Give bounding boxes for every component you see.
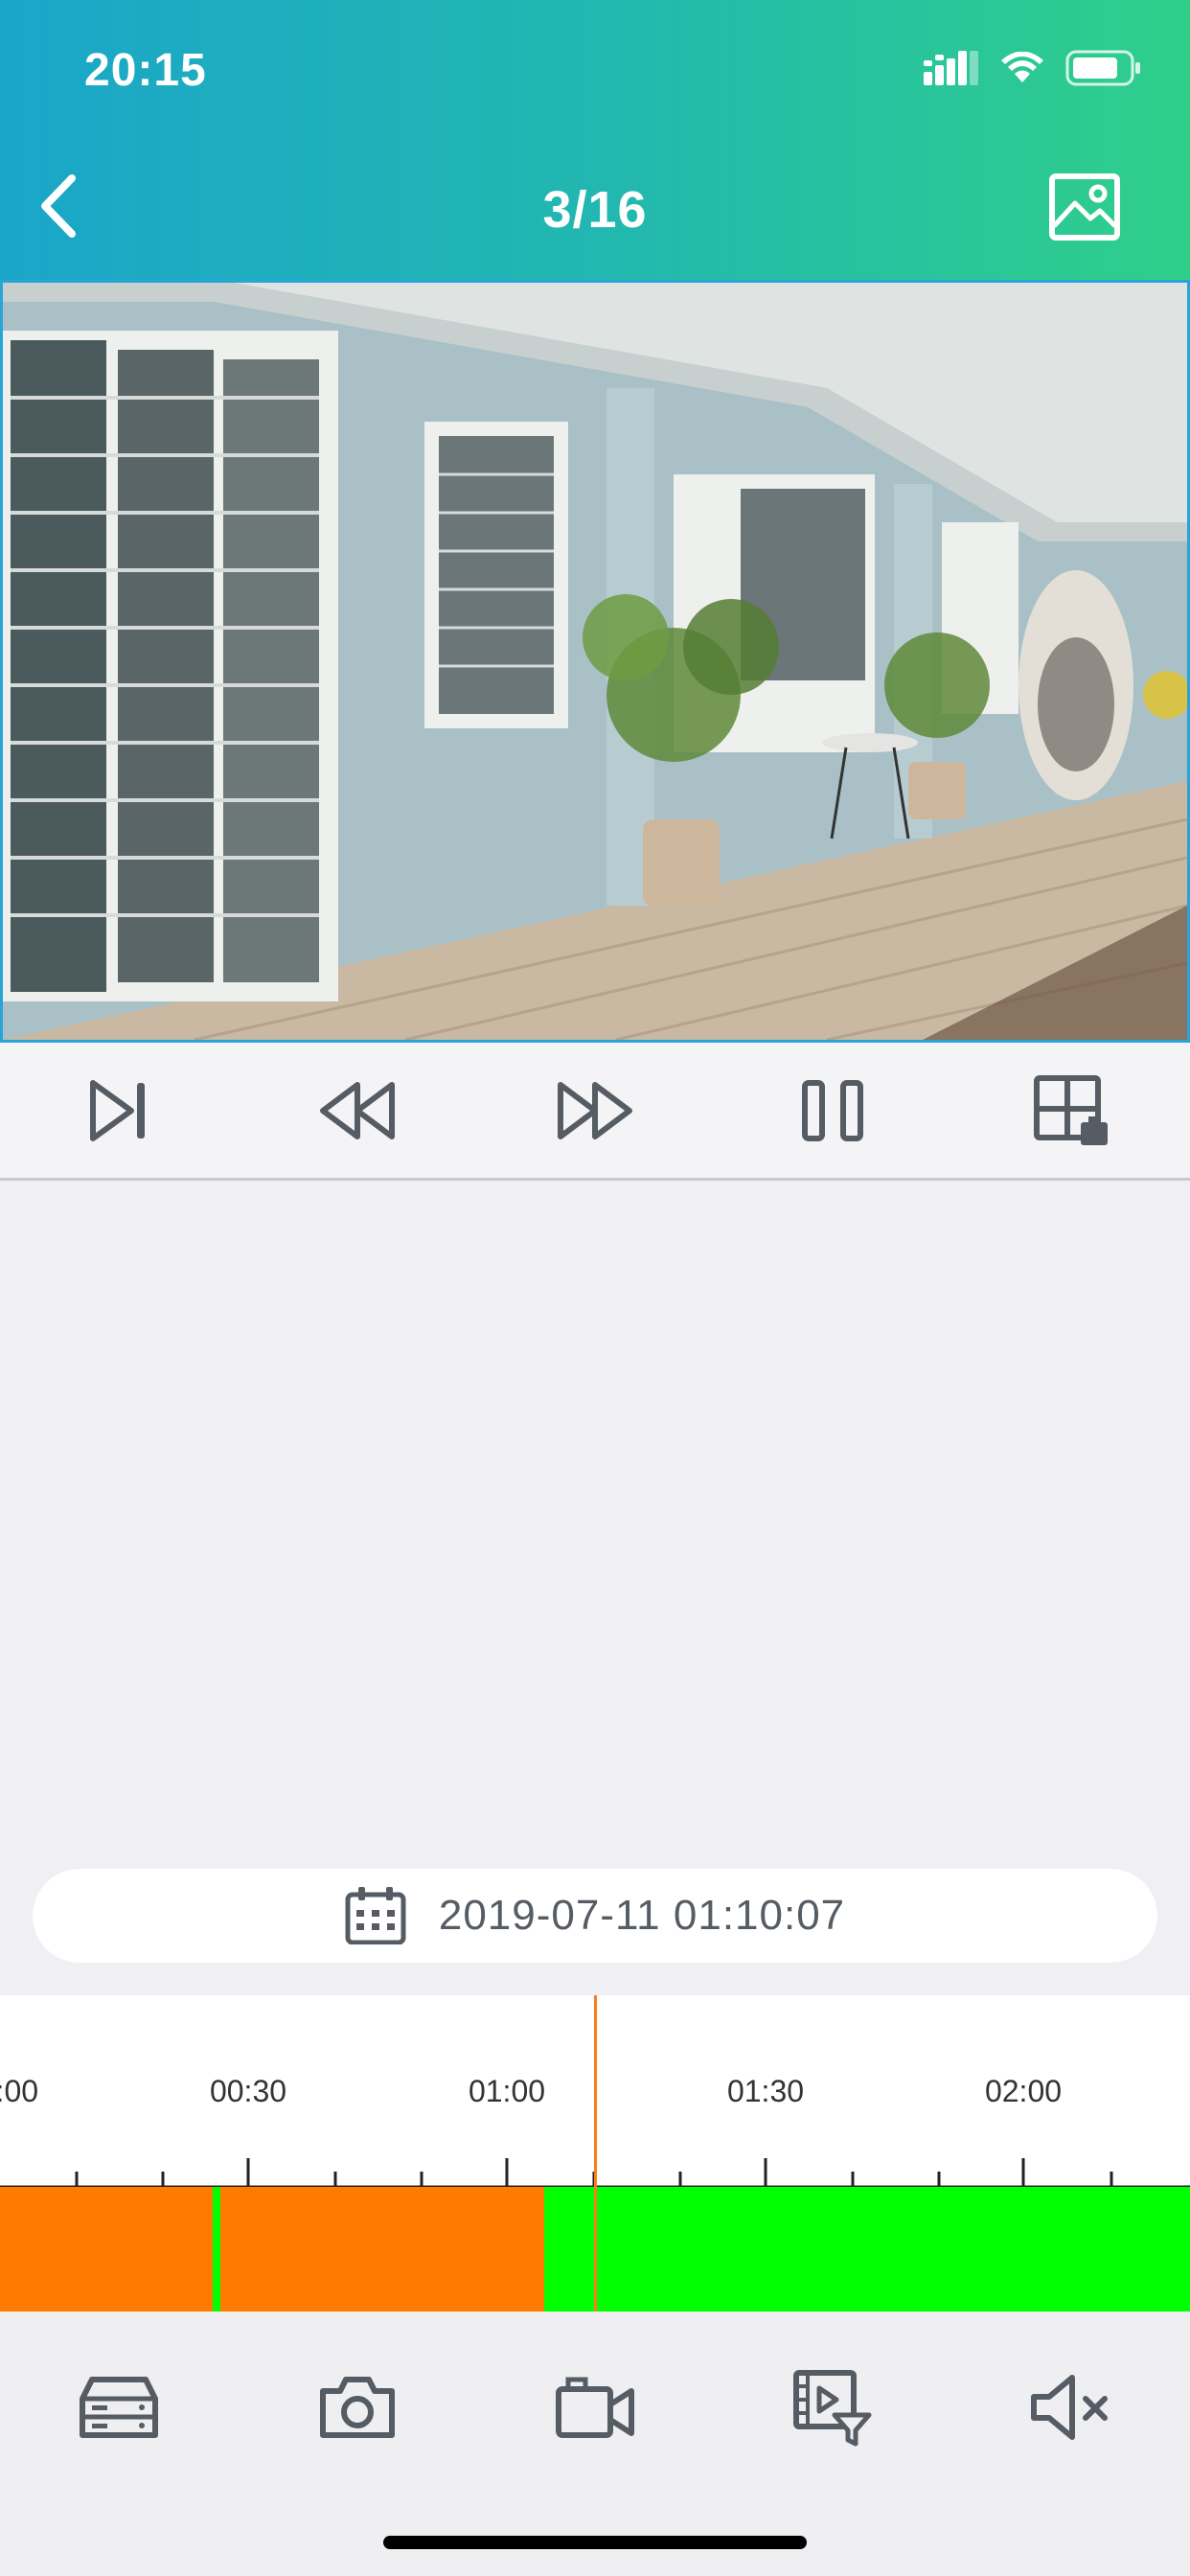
fast-forward-button[interactable] xyxy=(542,1058,648,1163)
video-camera-icon xyxy=(555,2377,634,2438)
timeline[interactable]: 00:00 00:30 01:00 01:30 02:00 xyxy=(0,1995,1190,2312)
camera-frame-image xyxy=(3,283,1187,1040)
calendar-icon xyxy=(345,1887,406,1944)
record-button[interactable] xyxy=(542,2355,648,2460)
timeline-label: 00:30 xyxy=(209,2074,287,2108)
speaker-muted-icon xyxy=(1030,2375,1108,2440)
gallery-button[interactable] xyxy=(1046,169,1123,245)
skip-frame-icon xyxy=(90,1079,146,1141)
image-gallery-icon xyxy=(1049,173,1120,241)
pause-button[interactable] xyxy=(780,1058,885,1163)
video-filter-icon xyxy=(793,2370,872,2447)
fast-forward-icon xyxy=(557,1081,632,1139)
battery-icon xyxy=(1065,50,1140,86)
camera-icon xyxy=(319,2377,395,2438)
status-icons xyxy=(924,50,1142,86)
timeline-label: 02:00 xyxy=(984,2074,1063,2108)
rewind-icon xyxy=(319,1081,395,1139)
mute-button[interactable] xyxy=(1018,2355,1124,2460)
device-list-button[interactable] xyxy=(66,2355,172,2460)
timeline-label: 00:00 xyxy=(0,2074,39,2108)
pause-icon xyxy=(802,1079,864,1141)
page-title: 3/16 xyxy=(542,181,648,239)
continuous-recording-segment xyxy=(544,2187,1190,2312)
bottom-toolbar xyxy=(0,2312,1190,2576)
timeline-cursor[interactable] xyxy=(594,1995,597,2312)
wifi-icon xyxy=(1001,52,1043,82)
rewind-button[interactable] xyxy=(305,1058,410,1163)
continuous-recording-marker xyxy=(213,2187,220,2312)
playback-toolbar xyxy=(0,1043,1190,1181)
date-time-value: 2019-07-11 01:10:07 xyxy=(438,1892,846,1939)
date-time-picker[interactable]: 2019-07-11 01:10:07 xyxy=(33,1869,1157,1963)
timeline-label: 01:00 xyxy=(468,2074,546,2108)
alarm-recording-segment xyxy=(0,2187,544,2312)
timeline-label: 01:30 xyxy=(726,2074,805,2108)
cellular-signal-icon xyxy=(924,51,978,85)
layout-button[interactable] xyxy=(1018,1058,1124,1163)
home-indicator[interactable] xyxy=(383,2536,807,2549)
header: 20:15 3/16 xyxy=(0,0,1190,280)
step-frame-button[interactable] xyxy=(66,1058,172,1163)
grid-layout-icon xyxy=(1033,1074,1108,1145)
snapshot-button[interactable] xyxy=(305,2355,410,2460)
status-time: 20:15 xyxy=(84,45,207,96)
camera-video-view[interactable] xyxy=(0,280,1190,1043)
filter-recordings-button[interactable] xyxy=(780,2355,885,2460)
dvr-icon xyxy=(80,2377,159,2438)
